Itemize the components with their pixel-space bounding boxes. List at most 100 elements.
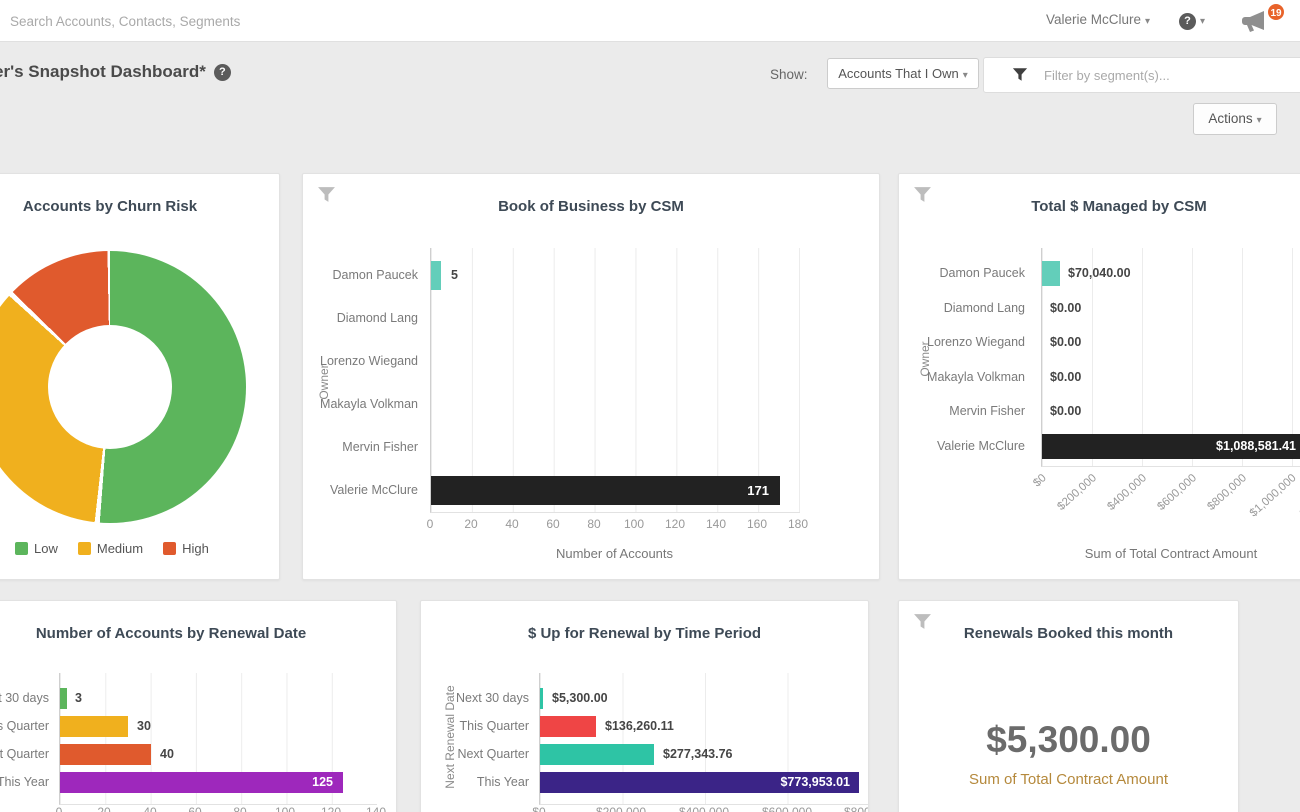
y-axis-label: Owner xyxy=(918,311,932,407)
x-tick: $0 xyxy=(1031,472,1049,489)
x-tick: 140 xyxy=(696,517,736,531)
legend-item-high[interactable]: High xyxy=(163,541,209,556)
x-tick: 20 xyxy=(84,805,124,812)
donut-hole xyxy=(48,325,172,449)
bar-next-quarter[interactable] xyxy=(60,744,151,765)
x-axis-label: Number of Accounts xyxy=(430,546,799,561)
x-tick: $600,000 xyxy=(757,805,817,812)
card-accounts-by-churn-risk: Accounts by Churn Risk Low Medium High xyxy=(0,173,280,580)
category-label: Valerie McClure xyxy=(303,476,424,505)
category-label: Lorenzo Wiegand xyxy=(303,347,424,376)
show-dropdown[interactable]: Accounts That I Own▾ xyxy=(827,58,979,89)
bar-next-30-days[interactable] xyxy=(60,688,67,709)
churn-risk-donut-chart[interactable] xyxy=(0,251,246,523)
bar-value: $0.00 xyxy=(1050,365,1081,390)
category-label: Diamond Lang xyxy=(303,304,424,333)
help-menu[interactable]: ?▾ xyxy=(1179,11,1205,30)
x-tick: $200,000 xyxy=(1055,472,1099,513)
announcements-button[interactable]: 19 xyxy=(1240,8,1280,36)
user-menu[interactable]: Valerie McClure▾ xyxy=(1046,12,1150,27)
chart-title: Number of Accounts by Renewal Date xyxy=(0,625,396,642)
x-tick: 120 xyxy=(311,805,351,812)
bar-next-quarter[interactable] xyxy=(540,744,654,765)
bar-next-30-days[interactable] xyxy=(540,688,543,709)
x-tick: $0 xyxy=(509,805,569,812)
notification-badge: 19 xyxy=(1266,2,1286,22)
card-book-of-business: Book of Business by CSM Owner Damon Pauc… xyxy=(302,173,880,580)
category-label: This Quarter xyxy=(421,716,529,737)
bar-value: $0.00 xyxy=(1050,399,1081,424)
bar-this-quarter[interactable] xyxy=(60,716,128,737)
x-tick: 180 xyxy=(778,517,818,531)
x-tick: 100 xyxy=(614,517,654,531)
chart-title: Total $ Managed by CSM xyxy=(899,198,1300,215)
x-tick: 40 xyxy=(130,805,170,812)
category-label: Lorenzo Wiegand xyxy=(899,330,1033,355)
x-axis-label: Sum of Total Contract Amount xyxy=(1041,546,1300,561)
category-label: Next 30 days xyxy=(421,688,529,709)
bar-value: 5 xyxy=(451,261,458,290)
help-icon[interactable]: ? xyxy=(214,64,231,81)
category-label: Valerie McClure xyxy=(899,434,1033,459)
chart-legend: Low Medium High xyxy=(15,541,209,556)
x-tick: $400,000 xyxy=(1105,472,1149,513)
chevron-down-icon: ▾ xyxy=(963,70,968,81)
actions-button[interactable]: Actions▾ xyxy=(1193,103,1277,135)
category-label: Next 30 days xyxy=(0,688,49,709)
help-icon: ? xyxy=(1179,13,1196,30)
legend-item-low[interactable]: Low xyxy=(15,541,58,556)
search-input[interactable] xyxy=(8,9,432,33)
filter-icon xyxy=(1012,67,1028,82)
bar-damon-paucek[interactable] xyxy=(1042,261,1060,286)
category-label: Next Quarter xyxy=(421,744,529,765)
user-name: Valerie McClure xyxy=(1046,12,1141,27)
x-tick: 140 xyxy=(356,805,396,812)
legend-swatch-medium xyxy=(78,542,91,555)
x-tick: 160 xyxy=(737,517,777,531)
category-label: Damon Paucek xyxy=(303,261,424,290)
category-label: Damon Paucek xyxy=(899,261,1033,286)
bar-value: $70,040.00 xyxy=(1068,261,1131,286)
card-renewals-booked: Renewals Booked this month $5,300.00 Sum… xyxy=(898,600,1239,812)
x-tick: 120 xyxy=(655,517,695,531)
segment-filter-input[interactable] xyxy=(1042,64,1296,86)
category-label: Mervin Fisher xyxy=(899,399,1033,424)
x-tick: 0 xyxy=(410,517,450,531)
legend-item-medium[interactable]: Medium xyxy=(78,541,143,556)
x-tick: 80 xyxy=(574,517,614,531)
bar-valerie-mcclure[interactable]: $1,088,581.41 xyxy=(1042,434,1300,459)
x-tick: 40 xyxy=(492,517,532,531)
bar-value: $5,300.00 xyxy=(552,688,608,709)
x-tick: 0 xyxy=(39,805,79,812)
kpi-caption: Sum of Total Contract Amount xyxy=(899,771,1238,788)
bar-value: 40 xyxy=(160,744,174,765)
bar-value: $136,260.11 xyxy=(605,716,674,737)
card-accounts-by-renewal-date: Number of Accounts by Renewal Date Next … xyxy=(0,600,397,812)
x-tick: $800,000 xyxy=(839,805,869,812)
bar-this-year[interactable]: 125 xyxy=(60,772,343,793)
card-up-for-renewal: $ Up for Renewal by Time Period Next Ren… xyxy=(420,600,869,812)
bar-this-year[interactable]: $773,953.01 xyxy=(540,772,859,793)
x-tick: $800,000 xyxy=(1205,472,1249,513)
bar-damon-paucek[interactable] xyxy=(431,261,441,290)
category-label: Next Quarter xyxy=(0,744,49,765)
x-tick: 20 xyxy=(451,517,491,531)
legend-swatch-low xyxy=(15,542,28,555)
bar-valerie-mcclure[interactable]: 171 xyxy=(431,476,780,505)
segment-filter-box xyxy=(983,57,1300,93)
kpi-amount: $5,300.00 xyxy=(899,719,1238,761)
category-label: This Year xyxy=(0,772,49,793)
dashboard-app: Valerie McClure▾ ?▾ 19 er's Snapshot Das… xyxy=(0,0,1300,812)
x-tick: $600,000 xyxy=(1155,472,1199,513)
category-label: This Quarter xyxy=(0,716,49,737)
bar-this-quarter[interactable] xyxy=(540,716,596,737)
bar-value: $0.00 xyxy=(1050,330,1081,355)
category-label: Diamond Lang xyxy=(899,296,1033,321)
category-label: This Year xyxy=(421,772,529,793)
bar-value: 3 xyxy=(75,688,82,709)
bar-value: $0.00 xyxy=(1050,296,1081,321)
x-tick: 60 xyxy=(175,805,215,812)
page-header: er's Snapshot Dashboard* ? xyxy=(0,62,231,82)
card-total-managed: Total $ Managed by CSM Owner Damon Pauce… xyxy=(898,173,1300,580)
x-tick: $1,000,000 xyxy=(1248,472,1299,519)
